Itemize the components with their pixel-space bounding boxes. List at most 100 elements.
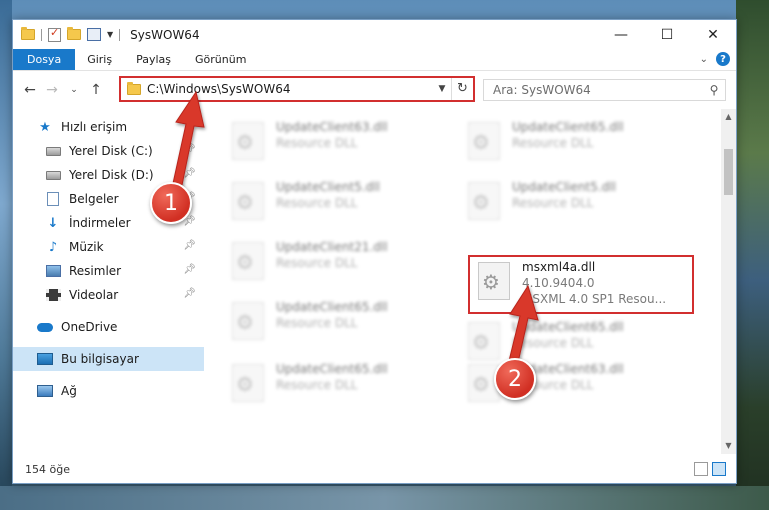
pin-icon[interactable]: 📌︎ <box>183 240 196 251</box>
folder-icon <box>21 27 35 40</box>
up-arrow-icon[interactable]: ↑ <box>85 82 107 98</box>
file-item[interactable]: UpdateClient5.dll Resource DLL <box>460 177 688 233</box>
pin-icon[interactable]: 📌︎ <box>183 144 196 155</box>
dll-file-icon <box>468 182 500 220</box>
sidebar-item-label: Hızlı erişim <box>61 120 128 134</box>
recent-locations-icon[interactable]: ⌄ <box>63 85 85 95</box>
tiles-view-icon[interactable] <box>712 462 726 476</box>
network-icon <box>37 383 53 399</box>
file-description: Resource DLL <box>512 336 594 350</box>
address-bar[interactable]: C:\Windows\SysWOW64 ▼ ↻ <box>119 76 475 102</box>
file-description: Resource DLL <box>276 256 358 270</box>
sidebar-item-music[interactable]: ♪ Müzik 📌︎ <box>13 235 204 259</box>
file-description: Resource DLL <box>276 196 358 210</box>
navigation-pane: ★ Hızlı erişim Yerel Disk (C:) 📌︎ Yerel … <box>13 109 204 454</box>
toolbar-dropdown-icon[interactable]: ▼ <box>107 30 113 39</box>
file-item[interactable]: UpdateClient21.dll Resource DLL <box>224 237 452 293</box>
tab-view[interactable]: Görünüm <box>183 49 258 70</box>
file-name: UpdateClient5.dll <box>276 180 380 194</box>
file-item[interactable]: UpdateClient63.dllResource DLL <box>460 359 688 415</box>
status-bar: 154 öğe <box>13 455 736 483</box>
sidebar-item-label: Yerel Disk (C:) <box>69 144 153 158</box>
properties-check-icon[interactable] <box>48 26 61 42</box>
tab-share[interactable]: Paylaş <box>124 49 183 70</box>
ribbon-right-controls: ⌄ ? <box>700 52 730 66</box>
toolbar-separator-2 <box>119 28 121 41</box>
disk-icon <box>45 167 61 183</box>
sidebar-item-videos[interactable]: Videolar 📌︎ <box>13 283 204 307</box>
forward-arrow-icon[interactable]: → <box>41 82 63 98</box>
file-name: UpdateClient65.dll <box>276 362 388 376</box>
maximize-button[interactable]: ☐ <box>644 20 690 49</box>
address-path[interactable]: C:\Windows\SysWOW64 <box>147 82 433 96</box>
file-description: Resource DLL <box>276 136 358 150</box>
file-name: UpdateClient63.dll <box>276 120 388 134</box>
step-two-callout: 2 <box>494 358 536 400</box>
sidebar-item-label: Belgeler <box>69 192 119 206</box>
file-name: UpdateClient65.dll <box>276 300 388 314</box>
dll-file-icon <box>232 364 264 402</box>
back-arrow-icon[interactable]: ← <box>19 82 41 98</box>
file-description: Resource DLL <box>512 136 594 150</box>
file-item[interactable]: UpdateClient63.dll Resource DLL <box>224 117 452 173</box>
file-name: UpdateClient65.dll <box>512 120 624 134</box>
file-name: UpdateClient5.dll <box>512 180 616 194</box>
download-icon: ↓ <box>47 215 59 231</box>
pin-icon[interactable]: 📌︎ <box>183 288 196 299</box>
sidebar-item-label: Videolar <box>69 288 119 302</box>
scroll-down-icon[interactable]: ▼ <box>721 438 736 454</box>
search-box[interactable]: ⚲ <box>483 79 726 101</box>
scroll-up-icon[interactable]: ▲ <box>721 109 736 125</box>
sidebar-item-label: Yerel Disk (D:) <box>69 168 154 182</box>
help-icon[interactable]: ? <box>716 52 730 66</box>
file-item[interactable]: UpdateClient65.dll Resource DLL <box>224 359 452 415</box>
sidebar-item-network[interactable]: Ağ <box>13 379 204 403</box>
desktop-background-right <box>736 0 769 510</box>
quick-access-toolbar: ▼ <box>13 26 121 42</box>
file-description: Resource DLL <box>276 378 358 392</box>
vertical-scrollbar[interactable]: ▲ ▼ <box>721 109 736 454</box>
computer-icon <box>37 351 53 367</box>
pin-icon[interactable]: 📌︎ <box>183 264 196 275</box>
sidebar-item-pictures[interactable]: Resimler 📌︎ <box>13 259 204 283</box>
file-name: UpdateClient65.dll <box>512 320 624 334</box>
minimize-button[interactable]: — <box>598 20 644 49</box>
window-controls: — ☐ ✕ <box>598 20 736 49</box>
music-icon: ♪ <box>48 239 58 255</box>
item-count: 154 öğe <box>25 462 70 476</box>
dll-file-icon <box>232 122 264 160</box>
file-item[interactable]: UpdateClient65.dll Resource DLL <box>224 297 452 353</box>
ribbon-tabs: Dosya Giriş Paylaş Görünüm ⌄ ? <box>13 49 736 71</box>
details-view-icon[interactable] <box>694 462 708 476</box>
address-folder-icon <box>127 81 141 95</box>
expand-ribbon-icon[interactable]: ⌄ <box>700 54 708 65</box>
sidebar-item-label: Resimler <box>69 264 122 278</box>
search-input[interactable] <box>493 83 703 97</box>
tab-home[interactable]: Giriş <box>75 49 124 70</box>
sidebar-item-onedrive[interactable]: OneDrive <box>13 315 204 339</box>
dll-file-icon <box>232 302 264 340</box>
tab-file[interactable]: Dosya <box>13 49 76 70</box>
sidebar-item-this-pc[interactable]: Bu bilgisayar <box>13 347 204 371</box>
explorer-window: ▼ SysWOW64 — ☐ ✕ Dosya Giriş Paylaş Görü… <box>12 19 737 484</box>
file-item[interactable]: UpdateClient65.dll Resource DLL <box>460 117 688 173</box>
scroll-thumb[interactable] <box>724 149 733 195</box>
sidebar-item-label: Ağ <box>61 384 77 398</box>
title-bar: ▼ SysWOW64 — ☐ ✕ <box>13 20 736 49</box>
new-folder-icon[interactable] <box>67 27 81 40</box>
file-item[interactable]: UpdateClient5.dll Resource DLL <box>224 177 452 233</box>
sidebar-item-label: Bu bilgisayar <box>61 352 139 366</box>
search-icon[interactable]: ⚲ <box>703 83 725 97</box>
pin-icon[interactable]: 📌︎ <box>183 168 196 179</box>
onedrive-cloud-icon <box>37 319 53 335</box>
close-button[interactable]: ✕ <box>690 20 736 49</box>
view-buttons <box>694 462 726 476</box>
address-dropdown-icon[interactable]: ▼ <box>433 84 451 94</box>
customize-toolbar-icon[interactable] <box>87 28 101 41</box>
file-name: UpdateClient21.dll <box>276 240 388 254</box>
pictures-icon <box>45 263 61 279</box>
file-list: UpdateClient63.dll Resource DLL UpdateCli… <box>204 109 736 454</box>
sidebar-item-quick-access[interactable]: ★ Hızlı erişim <box>13 115 204 139</box>
sidebar-item-disk-c[interactable]: Yerel Disk (C:) 📌︎ <box>13 139 204 163</box>
refresh-icon[interactable]: ↻ <box>451 78 473 100</box>
